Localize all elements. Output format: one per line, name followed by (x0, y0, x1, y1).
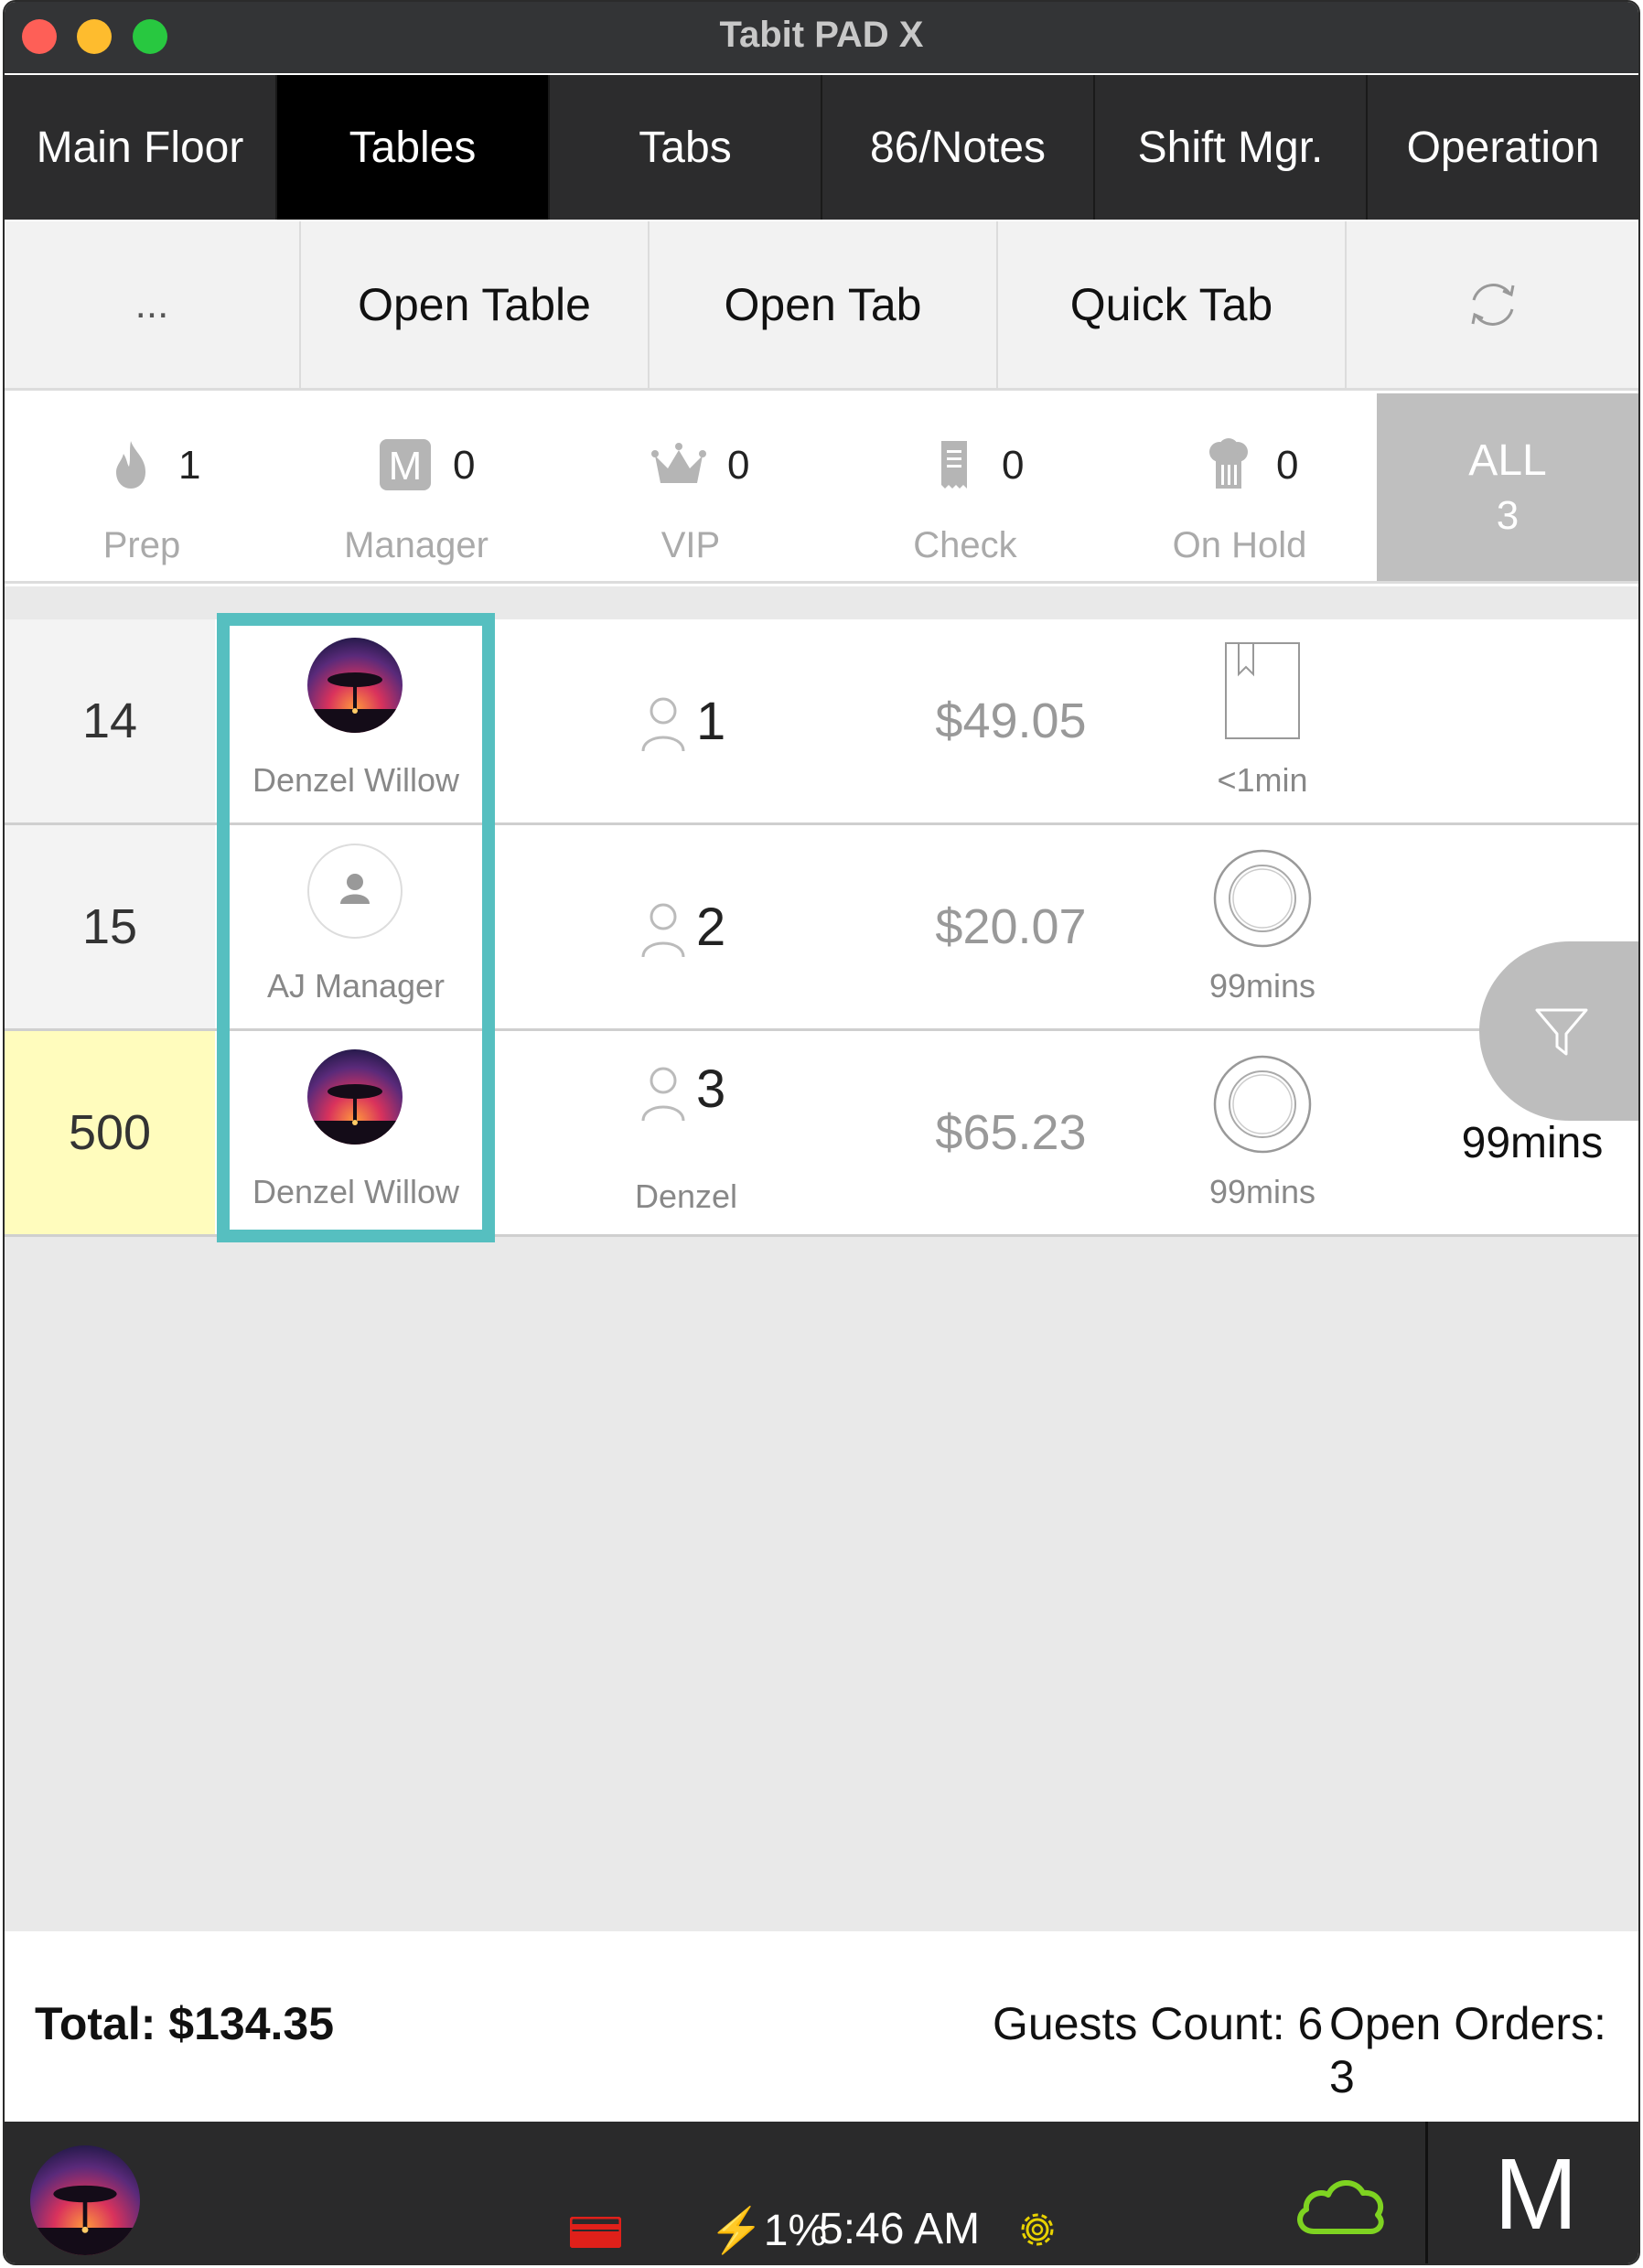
extra-time: 99mins (1461, 1119, 1604, 1167)
user-avatar[interactable] (30, 2145, 140, 2255)
order-row[interactable]: 14 Denzel Willow 1 $49.05 <1min (5, 619, 1638, 825)
svg-text:M: M (389, 444, 423, 489)
totals-bar: Total: $134.35 Guests Count: 6 Open Orde… (5, 1931, 1638, 2122)
guests-icon (641, 903, 685, 958)
action-bar: ... Open Table Open Tab Quick Tab (5, 221, 1638, 391)
vip-count: 0 (727, 443, 750, 488)
main-nav: Main Floor Tables Tabs 86/Notes Shift Mg… (5, 75, 1638, 220)
refresh-button[interactable] (1347, 221, 1638, 388)
order-amount: $20.07 (935, 899, 1087, 954)
open-tab-button[interactable]: Open Tab (650, 221, 998, 388)
window-title: Tabit PAD X (719, 15, 924, 55)
order-row[interactable]: 15 AJ Manager 2 $20.07 99mins (5, 825, 1638, 1031)
app-window: Tabit PAD X Main Floor Tables Tabs 86/No… (3, 0, 1640, 2265)
check-count: 0 (1002, 443, 1025, 488)
check-label: Check (913, 525, 1017, 565)
plate-icon (1213, 849, 1312, 948)
orders-list: 14 Denzel Willow 1 $49.05 <1min 15 AJ Ma… (5, 586, 1638, 1931)
tab-operation[interactable]: Operation (1368, 75, 1638, 220)
filter-prep[interactable]: 1 Prep (5, 393, 279, 581)
tab-86-notes[interactable]: 86/Notes (822, 75, 1095, 220)
guest-count: 3 (696, 1059, 726, 1119)
guest-count: 1 (696, 692, 726, 751)
order-subtitle: Denzel (634, 1177, 738, 1215)
open-table-button[interactable]: Open Table (301, 221, 650, 388)
tab-main-floor[interactable]: Main Floor (5, 75, 277, 220)
battery-status: ⚡1% (709, 2207, 828, 2255)
filter-on-hold[interactable]: 0 On Hold (1102, 393, 1377, 581)
total-amount: Total: $134.35 (35, 1998, 335, 2049)
status-bar: ⚡1% 5:46 AM M (5, 2122, 1638, 2263)
guests-icon (641, 697, 685, 752)
order-amount: $49.05 (935, 693, 1087, 748)
filter-bar: 1 Prep M 0 Manager 0 VIP 0 Check 0 On Ho… (5, 393, 1638, 584)
quick-tab-button[interactable]: Quick Tab (998, 221, 1347, 388)
manager-count: 0 (453, 443, 476, 488)
crown-icon (651, 443, 706, 483)
guests-count: Guests Count: 6 (993, 1998, 1324, 2049)
waiter-name: AJ Manager (266, 967, 446, 1005)
manager-m-icon: M (380, 439, 431, 490)
filter-all[interactable]: ALL 3 (1377, 393, 1638, 581)
open-orders: Open Orders: 3 (1329, 1998, 1606, 2102)
table-number: 14 (5, 619, 215, 822)
order-amount: $65.23 (935, 1105, 1087, 1160)
guest-count: 2 (696, 898, 726, 957)
elapsed-time: 99mins (1208, 1173, 1316, 1210)
guests-icon (641, 1067, 685, 1122)
filter-funnel-icon (1535, 1008, 1588, 1056)
flame-icon (116, 441, 145, 489)
cloud-icon (1297, 2180, 1384, 2234)
filter-vip[interactable]: 0 VIP (553, 393, 828, 581)
table-number: 15 (5, 825, 215, 1028)
on-hold-label: On Hold (1172, 525, 1307, 565)
receipt-icon (941, 441, 967, 489)
waiter-avatar (307, 1049, 403, 1145)
vip-label: VIP (660, 525, 721, 565)
elapsed-time: <1min (1217, 761, 1308, 799)
on-hold-count: 0 (1276, 443, 1299, 488)
waiter-name: Denzel Willow (252, 761, 460, 799)
gear-icon[interactable] (1014, 2206, 1061, 2253)
elapsed-time: 99mins (1208, 967, 1316, 1005)
plate-icon (1213, 1055, 1312, 1154)
clock: 5:46 AM (819, 2205, 981, 2253)
waiter-name: Denzel Willow (252, 1173, 460, 1210)
filter-manager[interactable]: M 0 Manager (279, 393, 553, 581)
chef-hat-icon (1209, 438, 1248, 489)
manager-label: Manager (344, 525, 489, 565)
user-initial-button[interactable]: M (1428, 2122, 1638, 2263)
default-avatar-icon (307, 844, 403, 939)
waiter-avatar (307, 638, 403, 733)
title-bar: Tabit PAD X (5, 2, 1638, 73)
refresh-icon (1471, 284, 1514, 326)
tab-tables[interactable]: Tables (277, 75, 550, 220)
all-label: ALL (1468, 436, 1547, 485)
tab-tabs[interactable]: Tabs (550, 75, 822, 220)
order-row[interactable]: 500 Denzel Willow 3 Denzel $65.23 99mins… (5, 1031, 1638, 1237)
all-count: 3 (1496, 493, 1520, 538)
filter-check[interactable]: 0 Check (828, 393, 1102, 581)
bookmark-icon (1225, 642, 1300, 739)
prep-count: 1 (178, 443, 201, 488)
credit-card-icon (570, 2217, 621, 2248)
prep-label: Prep (102, 525, 181, 565)
table-number: 500 (5, 1031, 215, 1234)
more-button[interactable]: ... (5, 221, 301, 388)
tab-shift-mgr[interactable]: Shift Mgr. (1095, 75, 1368, 220)
